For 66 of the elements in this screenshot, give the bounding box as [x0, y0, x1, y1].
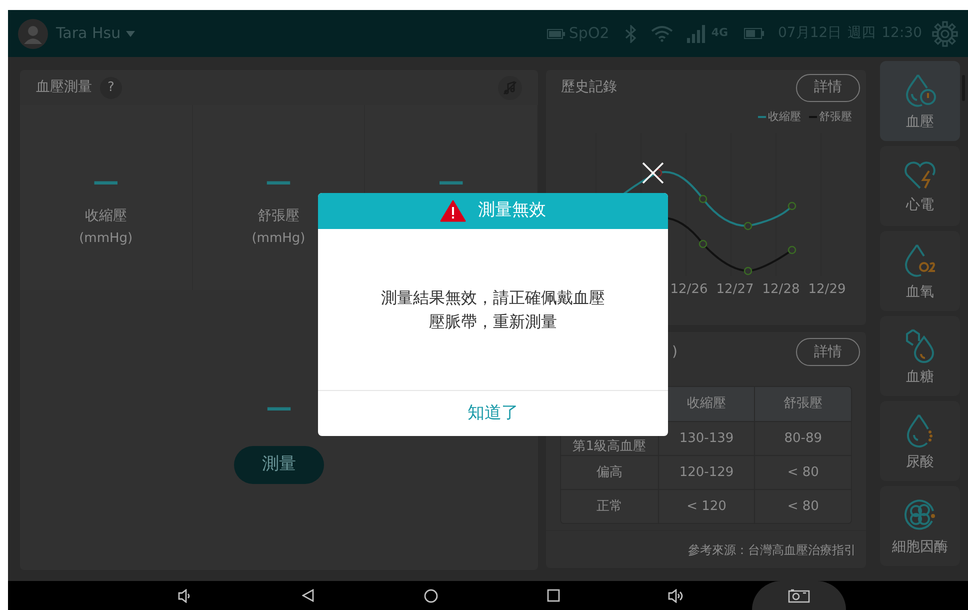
camera-icon: [788, 588, 810, 602]
axis-label: 12/26: [670, 280, 708, 298]
sidebar-item[interactable]: 尿酸: [880, 401, 960, 481]
data-point: [744, 221, 752, 230]
wifi-icon: [651, 26, 674, 42]
data-point: [788, 245, 796, 254]
dialog-message: 測量結果無效，請正確佩戴血壓: [381, 286, 605, 308]
sidebar-item[interactable]: 血糖: [880, 316, 960, 396]
data-point: [788, 201, 796, 210]
droplet-o2-icon: [902, 242, 938, 278]
battery-icon: [546, 28, 565, 38]
data-point: [698, 239, 708, 248]
source-note: 參考來源：台灣高血壓治療指引: [688, 542, 856, 558]
sidebar-label: 血糖: [906, 369, 934, 385]
sidebar-label: 心電: [906, 197, 934, 213]
close-icon[interactable]: [641, 161, 665, 185]
gauge-value: —: [92, 170, 119, 194]
table-cell-text: 正常: [595, 498, 624, 516]
avatar-icon: [18, 18, 48, 48]
measure-button[interactable]: 測量: [234, 446, 324, 484]
recent-apps-icon[interactable]: [547, 589, 560, 602]
volume-up-icon[interactable]: [668, 588, 685, 602]
gauge-value: —: [265, 170, 292, 194]
sidebar-item[interactable]: 血壓: [880, 61, 960, 141]
heart-bolt-icon: [902, 159, 938, 191]
dialog-title: 測量無效: [478, 199, 546, 222]
axis-label: 12/28: [762, 280, 800, 298]
data-point: [744, 266, 752, 275]
sidebar-label: 血壓: [906, 114, 934, 130]
sidebar-item[interactable]: 心電: [880, 146, 960, 226]
signal-icon: [687, 24, 708, 42]
bluetooth-icon: [625, 24, 638, 42]
warning-icon: [440, 200, 466, 222]
data-point: [698, 194, 708, 203]
card-title: 歷史記錄: [561, 78, 617, 97]
card-title: 血壓測量: [36, 78, 92, 97]
table-cell: < 120: [658, 490, 754, 523]
gauge-label: 舒張壓: [257, 207, 300, 226]
gauge-unit: (mmHg): [252, 230, 306, 248]
acknowledge-button[interactable]: 知道了: [458, 398, 528, 428]
details-button[interactable]: 詳情: [796, 338, 860, 366]
battery-icon: [744, 28, 764, 39]
table-cell-text: 偏高: [595, 464, 624, 482]
home-icon[interactable]: [424, 588, 438, 602]
sidebar-label: 細胞因酶: [892, 539, 948, 555]
pulse-value: —: [266, 396, 292, 420]
gauge-unit: (mmHg): [79, 230, 133, 248]
legend-label: 收縮壓: [768, 109, 801, 125]
volume-down-icon[interactable]: [178, 588, 192, 602]
gauge-value: —: [438, 170, 464, 194]
legend-label: 舒張壓: [819, 109, 852, 125]
sidebar-item[interactable]: 血氧: [880, 231, 960, 311]
gauge-label: 收縮壓: [84, 207, 127, 226]
axis-label: 12/27: [716, 280, 754, 298]
sidebar-label: 尿酸: [906, 454, 934, 470]
axis-label: 12/29: [808, 280, 846, 298]
help-button[interactable]: ?: [100, 76, 122, 98]
dialog-message: 壓脈帶，重新測量: [429, 310, 557, 332]
card-title: ): [672, 342, 678, 362]
caret-icon: [126, 30, 135, 36]
back-icon[interactable]: [302, 589, 314, 602]
table-cell-text: 第1級高血壓: [572, 438, 647, 455]
table-cell: < 80: [754, 490, 851, 523]
sidebar-item[interactable]: 細胞因酶: [880, 486, 960, 566]
details-button[interactable]: 詳情: [796, 74, 860, 102]
sidebar-label: 血氧: [906, 284, 934, 300]
